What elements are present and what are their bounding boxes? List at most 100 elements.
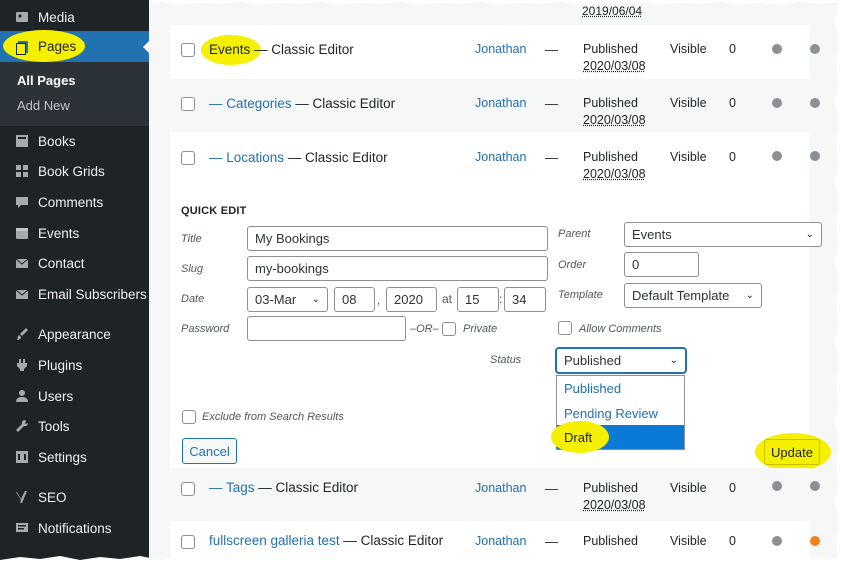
row-status-label: Published [583,481,638,495]
row-author[interactable]: Jonathan [475,42,526,56]
brush-icon [12,326,32,342]
row-visibility: Visible [670,534,707,548]
sidebar-item-label: Media [38,9,75,25]
title-input[interactable]: My Bookings [247,226,548,251]
row-checkbox[interactable] [181,43,195,57]
sidebar-item-label: Plugins [38,357,83,373]
page-title-link[interactable]: — Tags [209,480,255,495]
update-button[interactable]: Update [764,439,820,465]
page-title-link[interactable]: — Locations [209,150,284,165]
order-input[interactable]: 0 [624,252,699,277]
parent-value: Events [632,227,672,242]
page-title-link[interactable]: fullscreen galleria test [209,533,340,548]
row-status-label: Published [583,42,638,56]
exclude-search-checkbox[interactable] [182,410,196,424]
users-icon [12,388,32,404]
row-count: 0 [729,150,736,164]
sidebar-item-appearance[interactable]: Appearance [0,319,149,349]
date-comma: , [377,293,381,307]
envelope-icon [12,255,32,271]
quick-edit-heading: QUICK EDIT [181,205,247,217]
readability-dot [810,151,820,161]
readability-dot [810,481,820,491]
sidebar-item-comments[interactable]: Comments [0,187,149,217]
row-visibility: Visible [670,481,707,495]
sidebar-item-tools[interactable]: Tools [0,411,149,441]
seo-score-dot [772,151,782,161]
sidebar-item-label: Book Grids [38,163,105,179]
sidebar-item-notifications[interactable]: Notifications [0,513,149,543]
chevron-down-icon: ⌄ [669,355,678,366]
sidebar-item-pages[interactable]: Pages [0,30,149,62]
private-checkbox[interactable] [442,322,456,336]
sidebar-item-events[interactable]: Events [0,218,149,248]
row-author[interactable]: Jonathan [475,534,526,548]
submenu-add-new[interactable]: Add New [17,98,70,113]
quick-edit-panel: QUICK EDIT Title My Bookings Slug my-boo… [170,193,831,471]
sidebar-item-seo[interactable]: SEO [0,482,149,512]
time-colon: : [499,292,503,306]
page-title-link[interactable]: Events [209,42,250,57]
hour-input[interactable]: 15 [457,287,499,312]
sidebar-item-label: Notifications [38,520,112,536]
sidebar-item-books[interactable]: Books [0,126,149,156]
row-checkbox[interactable] [181,151,195,165]
month-select[interactable]: 03-Mar ⌄ [247,287,328,312]
page-title-link[interactable]: — Categories [209,96,292,111]
sidebar-item-label: Settings [38,449,87,465]
minute-input[interactable]: 34 [504,287,546,312]
status-option-label: Draft [564,429,593,445]
row-comments: — [545,534,558,549]
row-title: — Categories — Classic Editor [209,96,395,111]
sidebar-item-settings[interactable]: Settings [0,442,149,472]
parent-label: Parent [558,228,591,240]
allow-comments-label: Allow Comments [579,323,662,335]
status-select[interactable]: Published ⌄ [556,348,686,373]
row-title-suffix: — Classic Editor [339,533,444,548]
row-author[interactable]: Jonathan [475,481,526,495]
template-select[interactable]: Default Template ⌄ [624,283,762,308]
sidebar-item-label: Contact [38,255,85,271]
template-value: Default Template [632,288,730,303]
day-input[interactable]: 08 [334,287,375,312]
status-value: Published [564,353,622,368]
sidebar-item-label: Email Subscribers [38,286,147,302]
sidebar-item-label: Comments [38,194,104,210]
row-checkbox[interactable] [181,97,195,111]
sidebar-item-users[interactable]: Users [0,381,149,411]
status-option-published[interactable]: Published [557,376,684,401]
row-status: Published 2020/03/08 [583,41,646,75]
template-label: Template [558,289,603,301]
status-label: Status [490,354,522,366]
sidebar-item-media[interactable]: Media [0,2,149,32]
year-input[interactable]: 2020 [386,287,437,312]
submenu-all-pages[interactable]: All Pages [17,73,76,88]
row-author[interactable]: Jonathan [475,96,526,110]
sidebar-item-email-subscribers[interactable]: Email Subscribers [0,279,149,309]
slug-input[interactable]: my-bookings [247,256,548,281]
parent-select[interactable]: Events ⌄ [624,222,822,247]
row-status-label: Published [583,150,638,164]
private-label: Private [463,323,498,335]
row-author[interactable]: Jonathan [475,150,526,164]
password-label: Password [181,323,230,335]
password-input[interactable] [247,316,406,341]
sidebar-item-contact[interactable]: Contact [0,248,149,278]
readability-dot [810,536,820,546]
top-row-date: 2019/06/04 [582,4,643,18]
row-status: Published 2020/03/08 [583,95,646,129]
row-checkbox[interactable] [181,535,195,549]
sidebar-item-plugins[interactable]: Plugins [0,350,149,380]
row-checkbox[interactable] [181,482,195,496]
slug-label: Slug [181,263,204,275]
or-label: –OR– [410,323,439,335]
chevron-down-icon: ⌄ [805,229,814,240]
cancel-button[interactable]: Cancel [182,438,237,464]
status-option-draft[interactable]: Draft [551,421,684,453]
pages-submenu: All Pages Add New [0,62,149,126]
allow-comments-checkbox[interactable] [558,321,572,335]
sidebar-item-book-grids[interactable]: Book Grids [0,156,149,186]
row-title: Events — Classic Editor [209,42,354,57]
row-visibility: Visible [670,150,707,164]
admin-sidebar: Media Pages All Pages Add New Books Book… [0,0,150,564]
